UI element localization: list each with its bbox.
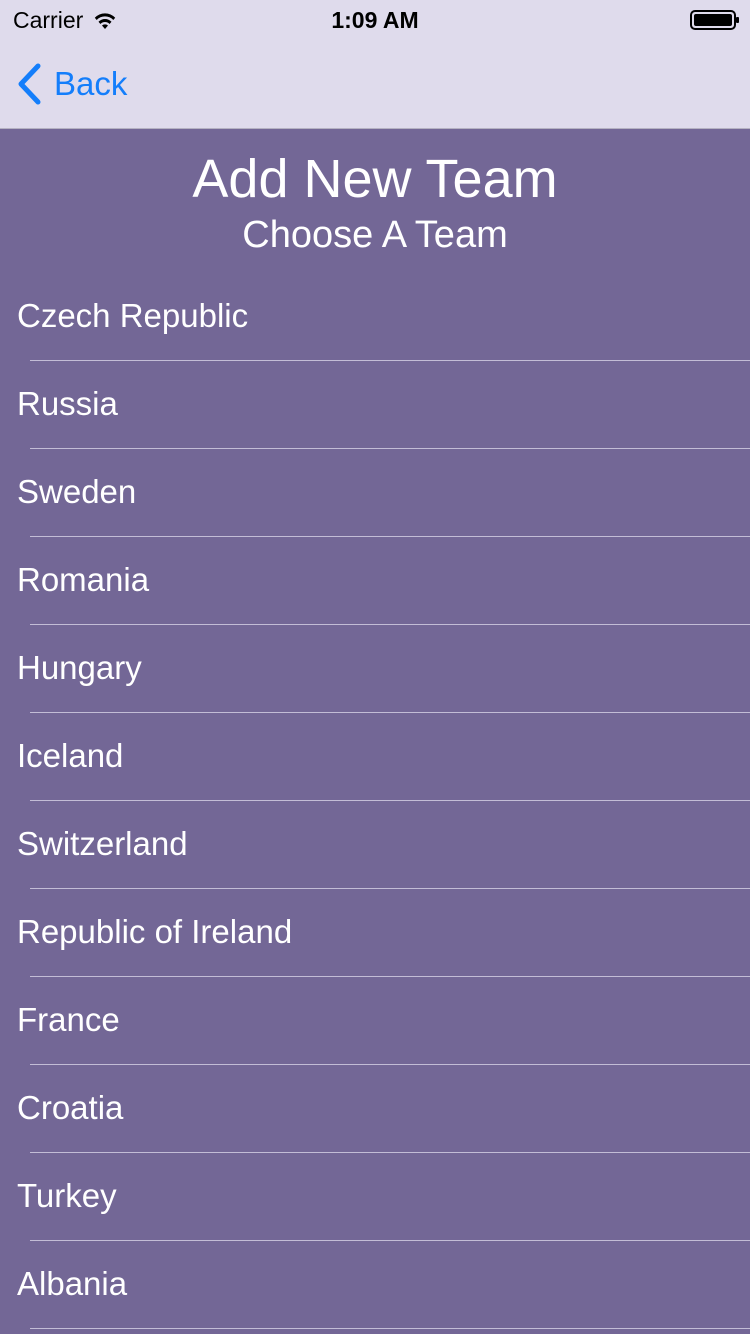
page-subtitle: Choose A Team bbox=[242, 214, 508, 256]
battery-icon bbox=[690, 10, 739, 30]
team-label: Albania bbox=[17, 1265, 128, 1302]
team-row-republic-of-ireland[interactable]: Republic of Ireland bbox=[0, 889, 750, 977]
team-label: France bbox=[17, 1001, 120, 1038]
page-header: Add New Team Choose A Team bbox=[0, 129, 750, 273]
team-row-switzerland[interactable]: Switzerland bbox=[0, 801, 750, 889]
team-row-turkey[interactable]: Turkey bbox=[0, 1153, 750, 1241]
team-row-sweden[interactable]: Sweden bbox=[0, 449, 750, 537]
navigation-bar: Back bbox=[0, 40, 750, 129]
team-list: Czech Republic Russia Sweden Romania Hun… bbox=[0, 273, 750, 1329]
chevron-left-icon bbox=[18, 63, 41, 105]
back-button[interactable]: Back bbox=[16, 62, 127, 106]
team-label: Republic of Ireland bbox=[17, 913, 293, 950]
status-bar: Carrier 1:09 AM bbox=[0, 0, 750, 40]
team-row-albania[interactable]: Albania bbox=[0, 1241, 750, 1329]
status-time: 1:09 AM bbox=[331, 7, 419, 33]
team-row-france[interactable]: France bbox=[0, 977, 750, 1065]
team-row-hungary[interactable]: Hungary bbox=[0, 625, 750, 713]
team-label: Romania bbox=[17, 561, 150, 598]
team-label: Turkey bbox=[17, 1177, 117, 1214]
team-label: Sweden bbox=[17, 473, 137, 510]
team-label: Switzerland bbox=[17, 825, 188, 862]
team-label: Czech Republic bbox=[17, 297, 249, 334]
back-button-label: Back bbox=[54, 65, 128, 102]
team-row-russia[interactable]: Russia bbox=[0, 361, 750, 449]
team-row-croatia[interactable]: Croatia bbox=[0, 1065, 750, 1153]
team-label: Hungary bbox=[17, 649, 142, 686]
team-label: Russia bbox=[17, 385, 118, 422]
team-label: Iceland bbox=[17, 737, 124, 774]
page-title: Add New Team bbox=[192, 149, 558, 209]
team-row-iceland[interactable]: Iceland bbox=[0, 713, 750, 801]
team-row-romania[interactable]: Romania bbox=[0, 537, 750, 625]
team-row-czech-republic[interactable]: Czech Republic bbox=[0, 273, 750, 361]
team-label: Croatia bbox=[17, 1089, 124, 1126]
